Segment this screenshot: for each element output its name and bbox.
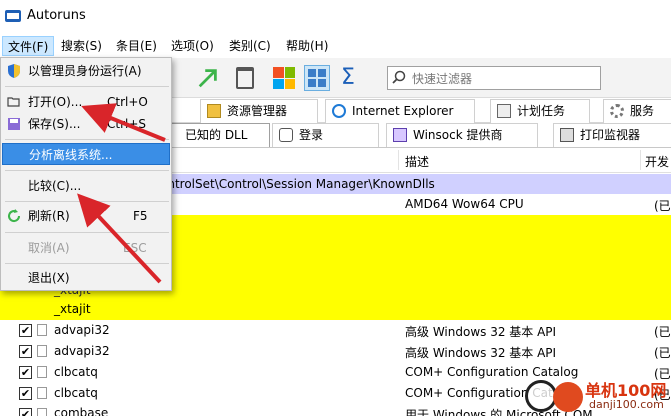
red-arrow-open bbox=[81, 103, 166, 142]
site-watermark: 单机100网 danji100.com bbox=[525, 376, 671, 416]
watermark-logo-disc bbox=[553, 382, 583, 412]
watermark-url: danji100.com bbox=[589, 398, 664, 411]
annotation-arrows bbox=[77, 103, 166, 284]
red-arrow-compare bbox=[77, 193, 162, 284]
